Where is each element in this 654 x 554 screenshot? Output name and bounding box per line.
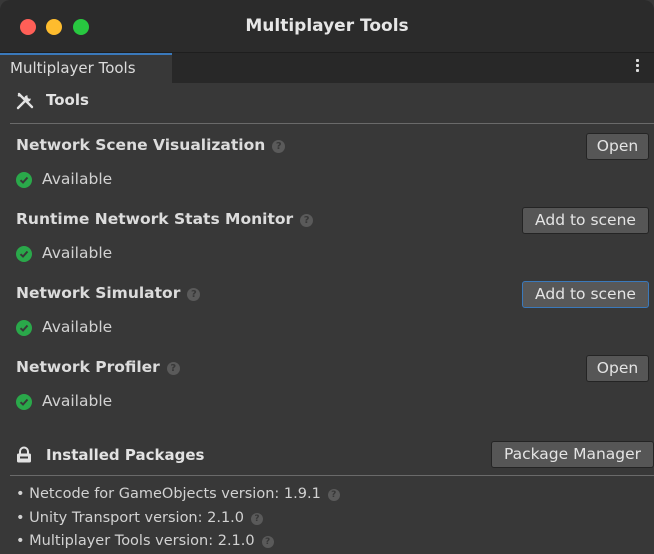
tool-name: Network Scene Visualization (16, 136, 266, 154)
tool-network-scene-visualization: Network Scene Visualization? (16, 136, 286, 154)
divider (10, 475, 654, 476)
help-icon[interactable]: ? (327, 489, 340, 501)
help-icon[interactable]: ? (272, 140, 286, 153)
multiplayer-tools-window: Multiplayer Tools Multiplayer Tools Tool… (0, 0, 654, 554)
tab-bar: Multiplayer Tools (0, 53, 654, 83)
more-options-icon[interactable] (636, 59, 640, 74)
add-network-simulator-button[interactable]: Add to scene (522, 281, 649, 308)
package-item: • Multiplayer Tools version: 2.1.0? (16, 533, 274, 549)
check-circle-icon (16, 172, 32, 188)
check-circle-icon (16, 246, 32, 262)
tool-name: Runtime Network Stats Monitor (16, 210, 294, 228)
window-title: Multiplayer Tools (245, 16, 409, 36)
help-icon[interactable]: ? (166, 362, 180, 375)
tool-network-simulator: Network Simulator? (16, 284, 201, 302)
help-icon[interactable]: ? (251, 513, 264, 525)
package-item: • Unity Transport version: 2.1.0? (16, 510, 264, 526)
tool-status-label: Available (42, 392, 113, 410)
tool-status-label: Available (42, 244, 113, 262)
tool-name: Network Profiler (16, 358, 160, 376)
title-bar: Multiplayer Tools (0, 0, 654, 53)
open-network-scene-visualization-button[interactable]: Open (586, 133, 649, 160)
tools-section-title: Tools (46, 91, 89, 109)
lock-icon (17, 446, 31, 463)
tab-multiplayer-tools[interactable]: Multiplayer Tools (0, 53, 172, 83)
package-label: • Netcode for GameObjects version: 1.9.1 (16, 486, 321, 502)
tool-status-label: Available (42, 170, 113, 188)
divider (10, 123, 654, 124)
help-icon[interactable]: ? (261, 536, 274, 548)
tool-runtime-network-stats-monitor: Runtime Network Stats Monitor? (16, 210, 314, 228)
installed-packages-title: Installed Packages (46, 446, 205, 464)
check-circle-icon (16, 320, 32, 336)
check-circle-icon (16, 394, 32, 410)
help-icon[interactable]: ? (187, 288, 201, 301)
tools-icon (16, 92, 34, 110)
tool-name: Network Simulator (16, 284, 181, 302)
tool-network-profiler: Network Profiler? (16, 358, 180, 376)
package-label: • Unity Transport version: 2.1.0 (16, 510, 245, 526)
package-manager-button[interactable]: Package Manager (491, 441, 654, 468)
add-runtime-network-stats-monitor-button[interactable]: Add to scene (522, 207, 649, 234)
tool-status-label: Available (42, 318, 113, 336)
package-label: • Multiplayer Tools version: 2.1.0 (16, 533, 255, 549)
help-icon[interactable]: ? (300, 214, 314, 227)
package-item: • Netcode for GameObjects version: 1.9.1… (16, 486, 340, 502)
open-network-profiler-button[interactable]: Open (586, 355, 649, 382)
